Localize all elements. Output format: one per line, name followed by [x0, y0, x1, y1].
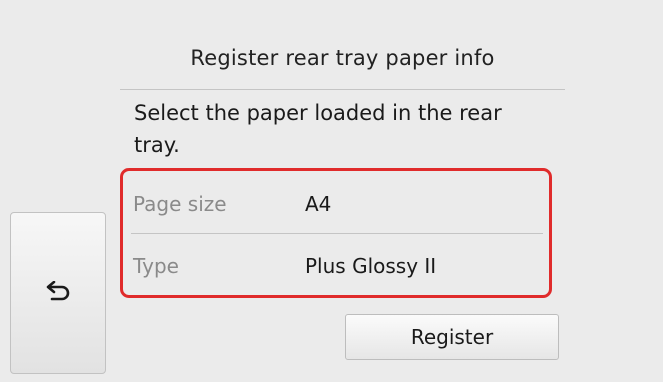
page-size-label: Page size — [133, 192, 227, 216]
register-button[interactable]: Register — [345, 314, 559, 360]
page-size-value: A4 — [305, 192, 332, 216]
page-title: Register rear tray paper info — [190, 46, 495, 70]
paper-settings-box: Page size A4 Type Plus Glossy II — [120, 168, 552, 298]
title-divider — [120, 89, 565, 90]
paper-type-row[interactable]: Type Plus Glossy II — [123, 235, 549, 297]
paper-type-value: Plus Glossy II — [305, 254, 437, 278]
back-arrow-icon — [44, 281, 72, 305]
printer-panel-screen: Register rear tray paper info Select the… — [0, 0, 663, 382]
paper-type-label: Type — [133, 254, 179, 278]
instruction-message: Select the paper loaded in the rear tray… — [134, 101, 502, 157]
back-button[interactable] — [10, 212, 106, 374]
page-size-row[interactable]: Page size A4 — [123, 173, 549, 235]
row-divider — [131, 233, 543, 234]
